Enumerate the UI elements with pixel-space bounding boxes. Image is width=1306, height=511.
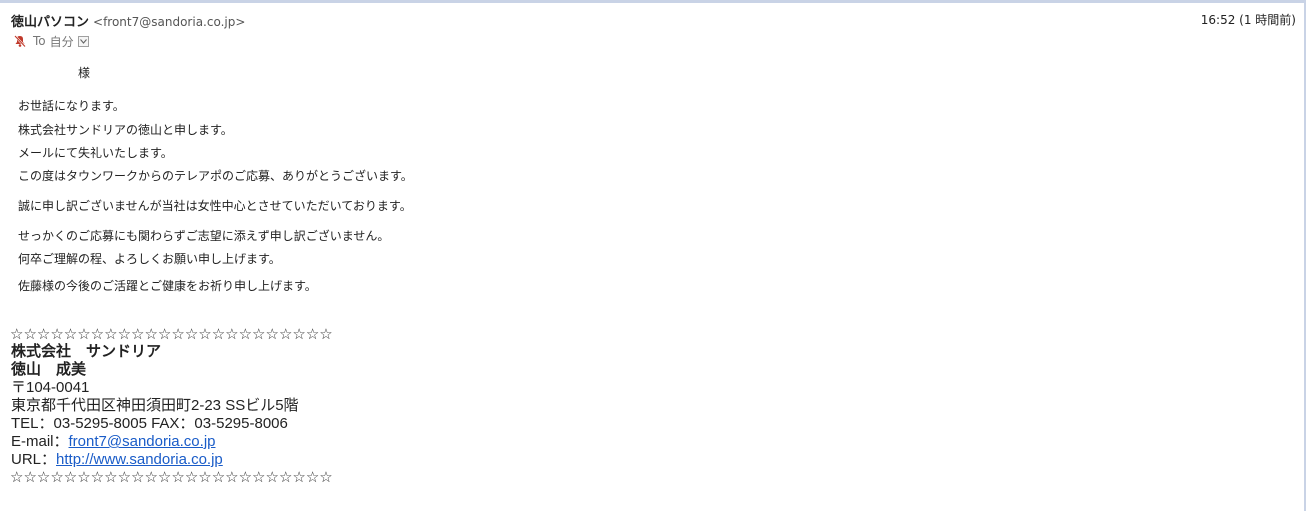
body-line: せっかくのご応募にも関わらずご志望に添えず申し訳ございません。 <box>18 229 390 243</box>
top-border <box>0 0 1306 3</box>
message-timestamp[interactable]: 16:52 (1 時間前) <box>1201 11 1296 28</box>
signature-person: 徳山 成美 <box>11 361 87 378</box>
body-line: 株式会社サンドリアの徳山と申します。 <box>18 123 233 137</box>
signature-url-row: URL：http://www.sandoria.co.jp <box>11 451 223 469</box>
signature-stars-bottom: ☆☆☆☆☆☆☆☆☆☆☆☆☆☆☆☆☆☆☆☆☆☆☆☆ <box>10 468 333 486</box>
message-header: 徳山パソコン <front7@sandoria.co.jp> 16:52 (1 時… <box>11 11 1296 31</box>
body-line: 何卒ご理解の程、よろしくお願い申し上げます。 <box>18 252 281 266</box>
signature-email-label: E-mail： <box>11 433 69 450</box>
chevron-down-icon <box>79 38 87 44</box>
recipient-name: 自分 <box>49 34 74 49</box>
body-line: この度はタウンワークからのテレアポのご応募、ありがとうございます。 <box>18 169 413 183</box>
signature-company: 株式会社 サンドリア <box>11 343 162 360</box>
salutation: 様 <box>78 66 91 80</box>
body-line: 誠に申し訳ございませんが当社は女性中心とさせていただいております。 <box>18 199 412 213</box>
signature-stars-top: ☆☆☆☆☆☆☆☆☆☆☆☆☆☆☆☆☆☆☆☆☆☆☆☆ <box>10 325 333 343</box>
signature-postal: 〒104-0041 <box>11 379 90 396</box>
signature-phone: TEL：03-5295-8005 FAX：03-5295-8006 <box>11 415 288 432</box>
body-line: お世話になります。 <box>18 99 125 113</box>
body-line: メールにて失礼いたします。 <box>18 146 173 160</box>
signature-address: 東京都千代田区神田須田町2-23 SSビル5階 <box>11 397 299 414</box>
recipient-details-dropdown[interactable] <box>77 35 89 47</box>
sender-email: <front7@sandoria.co.jp> <box>93 15 246 29</box>
recipient-row: To 自分 <box>13 32 89 50</box>
signature-email-link[interactable]: front7@sandoria.co.jp <box>69 433 216 450</box>
signature-email-row: E-mail：front7@sandoria.co.jp <box>11 433 216 451</box>
signature-url-label: URL： <box>11 451 57 468</box>
muted-bell-icon <box>13 34 27 48</box>
body-line: 佐藤様の今後のご活躍とご健康をお祈り申し上げます。 <box>18 279 317 293</box>
signature-url-link[interactable]: http://www.sandoria.co.jp <box>56 451 223 468</box>
to-label: To <box>33 34 46 48</box>
sender-name[interactable]: 徳山パソコン <box>11 15 89 30</box>
